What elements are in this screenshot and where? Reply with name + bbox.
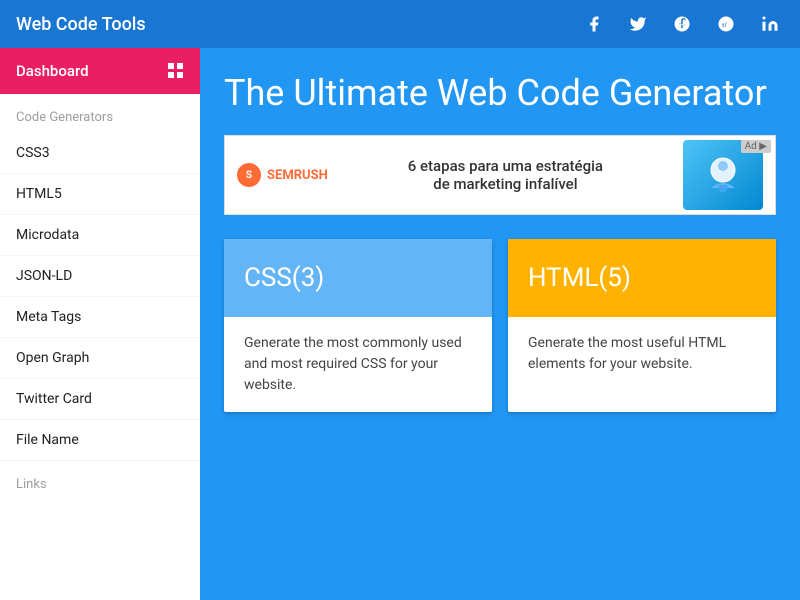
sidebar-item-meta-tags[interactable]: Meta Tags (0, 297, 200, 338)
sidebar-item-json-ld[interactable]: JSON-LD (0, 256, 200, 297)
sidebar-item-css3[interactable]: CSS3 (0, 133, 200, 174)
semrush-logo-text: SEMRUSH (267, 168, 328, 183)
ad-text-line1: 6 etapas para uma estratégia (340, 157, 671, 175)
svg-text:r/: r/ (722, 22, 727, 29)
twitter-icon[interactable] (624, 10, 652, 38)
html5-card-label: HTML(5) (528, 263, 631, 293)
sidebar-item-open-graph[interactable]: Open Graph (0, 338, 200, 379)
dashboard-label: Dashboard (16, 62, 89, 80)
html5-card-description: Generate the most useful HTML elements f… (528, 335, 726, 372)
google-plus-icon[interactable]: g+ (668, 10, 696, 38)
ad-badge: Ad ▶ (741, 140, 771, 153)
svg-text:g+: g+ (678, 21, 686, 29)
social-icons-container: g+ r/ (580, 10, 784, 38)
css3-card-label: CSS(3) (244, 263, 324, 293)
main-content: The Ultimate Web Code Generator S SEMRUS… (200, 48, 800, 600)
layout: Dashboard Code Generators CSS3 HTML5 Mic… (0, 48, 800, 600)
html5-card-body: Generate the most useful HTML elements f… (508, 317, 776, 391)
html5-card: HTML(5) Generate the most useful HTML el… (508, 239, 776, 412)
css3-card-description: Generate the most commonly used and most… (244, 335, 462, 393)
linkedin-icon[interactable] (756, 10, 784, 38)
ad-text: 6 etapas para uma estratégia de marketin… (340, 157, 671, 193)
main-title: The Ultimate Web Code Generator (224, 72, 776, 115)
html5-card-header: HTML(5) (508, 239, 776, 317)
code-generators-header: Code Generators (0, 94, 200, 133)
ad-content: S SEMRUSH 6 etapas para uma estratégia d… (225, 135, 775, 215)
brand-title: Web Code Tools (16, 14, 146, 35)
dashboard-grid-icon (168, 63, 184, 79)
ad-text-line2: de marketing infalível (340, 175, 671, 193)
top-nav: Web Code Tools g+ r/ (0, 0, 800, 48)
sidebar: Dashboard Code Generators CSS3 HTML5 Mic… (0, 48, 200, 600)
sidebar-item-microdata[interactable]: Microdata (0, 215, 200, 256)
semrush-logo-icon: S (237, 163, 261, 187)
ad-banner[interactable]: S SEMRUSH 6 etapas para uma estratégia d… (224, 135, 776, 215)
css3-card-header: CSS(3) (224, 239, 492, 317)
dashboard-item[interactable]: Dashboard (0, 48, 200, 94)
css3-card: CSS(3) Generate the most commonly used a… (224, 239, 492, 412)
css3-card-body: Generate the most commonly used and most… (224, 317, 492, 412)
sidebar-item-twitter-card[interactable]: Twitter Card (0, 379, 200, 420)
links-header: Links (0, 461, 200, 500)
facebook-icon[interactable] (580, 10, 608, 38)
cards-grid: CSS(3) Generate the most commonly used a… (224, 239, 776, 412)
reddit-icon[interactable]: r/ (712, 10, 740, 38)
semrush-logo: S SEMRUSH (237, 163, 328, 187)
sidebar-item-file-name[interactable]: File Name (0, 420, 200, 461)
sidebar-item-html5[interactable]: HTML5 (0, 174, 200, 215)
